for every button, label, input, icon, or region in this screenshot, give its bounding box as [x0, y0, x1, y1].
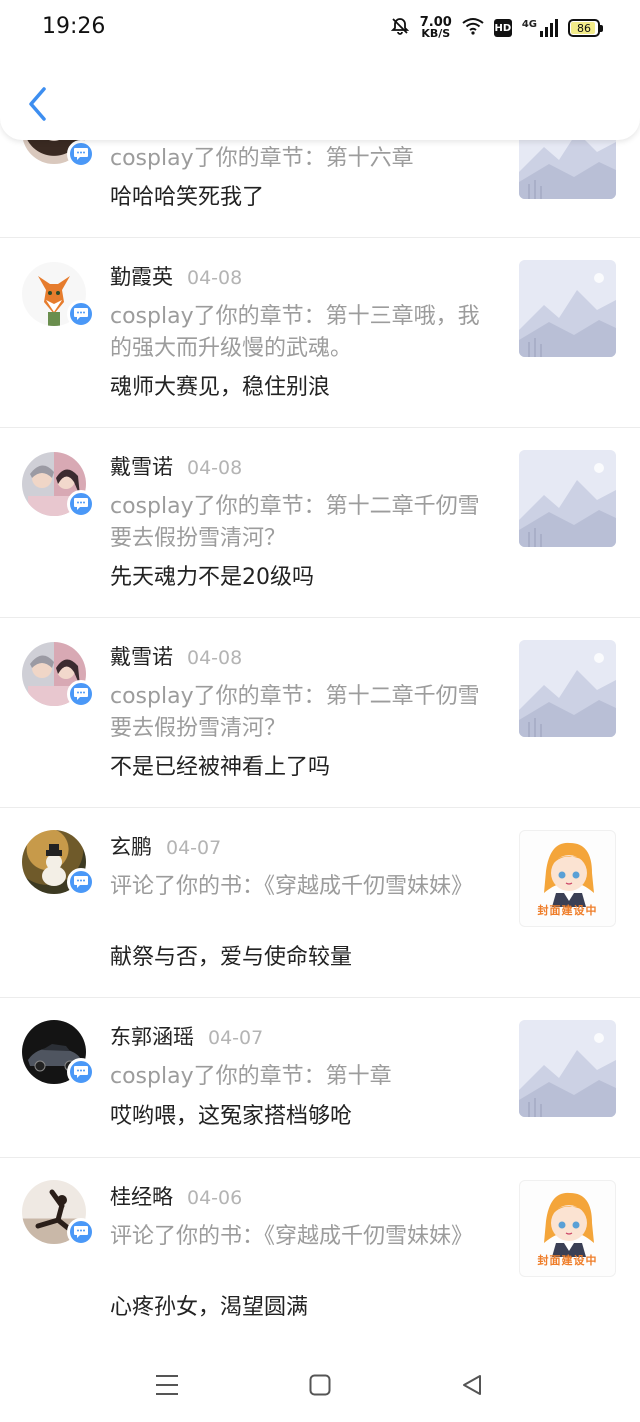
- chapter-thumbnail[interactable]: [519, 1020, 616, 1117]
- activity-desc: 评论了你的书：《穿越成千仞雪妹妹》: [110, 874, 474, 899]
- header: 19:26 7.00 KB/S HD 4G 86: [0, 0, 640, 140]
- comment-text: 哈哈哈笑死我了: [110, 185, 265, 210]
- date: 04-07: [208, 1027, 264, 1049]
- back-triangle-icon: [463, 1375, 481, 1395]
- user-name[interactable]: 桂经略 04-06: [110, 1184, 242, 1211]
- wifi-icon: [462, 17, 484, 39]
- comment-badge-icon: [67, 1218, 95, 1246]
- date: 04-08: [187, 267, 243, 289]
- activity-desc: cosplay了你的章节：第十二章千仞雪要去假扮雪清河？: [110, 684, 480, 741]
- list-item[interactable]: 勤霞英 04-08 cosplay了你的章节：第十三章哦，我的强大而升级慢的武魂。…: [0, 238, 640, 428]
- user-name[interactable]: 玄鹏 04-07: [110, 834, 221, 861]
- comment-text: 心疼孙女，渴望圆满: [110, 1295, 309, 1320]
- home-button[interactable]: [300, 1370, 340, 1400]
- comment-badge-icon: [67, 490, 95, 518]
- menu-button[interactable]: [147, 1370, 187, 1400]
- signal-icon: 4G: [522, 19, 558, 37]
- mute-bell-icon: [390, 16, 410, 40]
- list-item[interactable]: 桂经略 04-06 评论了你的书：《穿越成千仞雪妹妹》 心疼孙女，渴望圆满 封面建…: [0, 1158, 640, 1348]
- list-item[interactable]: 戴雪诺 04-08 cosplay了你的章节：第十二章千仞雪要去假扮雪清河？ 不是…: [0, 618, 640, 808]
- net-speed: 7.00 KB/S: [419, 15, 452, 40]
- comment-text: 先天魂力不是20级吗: [110, 565, 314, 590]
- book-cover-thumbnail[interactable]: 封面建设中: [519, 1180, 616, 1277]
- user-name[interactable]: 勤霞英 04-08: [110, 264, 242, 291]
- date: 04-07: [166, 837, 222, 859]
- comment-badge-icon: [67, 868, 95, 896]
- comment-text: 哎哟喂，这冤家搭档够呛: [110, 1104, 353, 1129]
- chapter-thumbnail[interactable]: [519, 640, 616, 737]
- user-name[interactable]: 戴雪诺 04-08: [110, 454, 242, 481]
- date: 04-06: [187, 1187, 243, 1209]
- comment-text: 魂师大赛见，稳住别浪: [110, 375, 331, 400]
- user-name[interactable]: 戴雪诺 04-08: [110, 644, 242, 671]
- book-cover-thumbnail[interactable]: 封面建设中: [519, 830, 616, 927]
- list-item[interactable]: 戴雪诺 04-08 cosplay了你的章节：第十二章千仞雪要去假扮雪清河？ 先天…: [0, 428, 640, 618]
- activity-desc: cosplay了你的章节：第十三章哦，我的强大而升级慢的武魂。: [110, 304, 480, 361]
- activity-desc: 评论了你的书：《穿越成千仞雪妹妹》: [110, 1224, 474, 1249]
- status-time: 19:26: [42, 14, 106, 39]
- system-nav-bar: [0, 1350, 640, 1422]
- activity-desc: cosplay了你的章节：第十二章千仞雪要去假扮雪清河？: [110, 494, 480, 551]
- menu-icon: [156, 1375, 178, 1395]
- cover-wip-label: 封面建设中: [537, 904, 598, 917]
- user-name[interactable]: 东郭涵瑶 04-07: [110, 1024, 263, 1051]
- date: 04-08: [187, 647, 243, 669]
- comment-badge-icon: [67, 300, 95, 328]
- activity-desc: cosplay了你的章节：第十六章: [110, 146, 414, 171]
- list-item[interactable]: 玄鹏 04-07 评论了你的书：《穿越成千仞雪妹妹》 献祭与否，爱与使命较量 封面…: [0, 808, 640, 998]
- chevron-left-icon: [29, 87, 46, 121]
- home-square-icon: [309, 1374, 331, 1396]
- comment-text: 不是已经被神看上了吗: [110, 755, 331, 780]
- list-item[interactable]: 东郭涵瑶 04-07 cosplay了你的章节：第十章 哎哟喂，这冤家搭档够呛: [0, 998, 640, 1158]
- status-icons: 7.00 KB/S HD 4G 86: [390, 14, 603, 42]
- chapter-thumbnail[interactable]: [519, 450, 616, 547]
- date: 04-08: [187, 457, 243, 479]
- comment-badge-icon: [67, 1058, 95, 1086]
- activity-desc: cosplay了你的章节：第十章: [110, 1064, 392, 1089]
- cover-wip-label: 封面建设中: [537, 1254, 598, 1267]
- battery-icon: 86: [568, 19, 603, 37]
- comment-badge-icon: [67, 680, 95, 708]
- back-nav-button[interactable]: [452, 1370, 492, 1400]
- comment-badge-icon: [67, 140, 95, 168]
- back-button[interactable]: [18, 82, 58, 126]
- chapter-thumbnail[interactable]: [519, 260, 616, 357]
- hd-icon: HD: [493, 19, 512, 37]
- comment-text: 献祭与否，爱与使命较量: [110, 945, 353, 970]
